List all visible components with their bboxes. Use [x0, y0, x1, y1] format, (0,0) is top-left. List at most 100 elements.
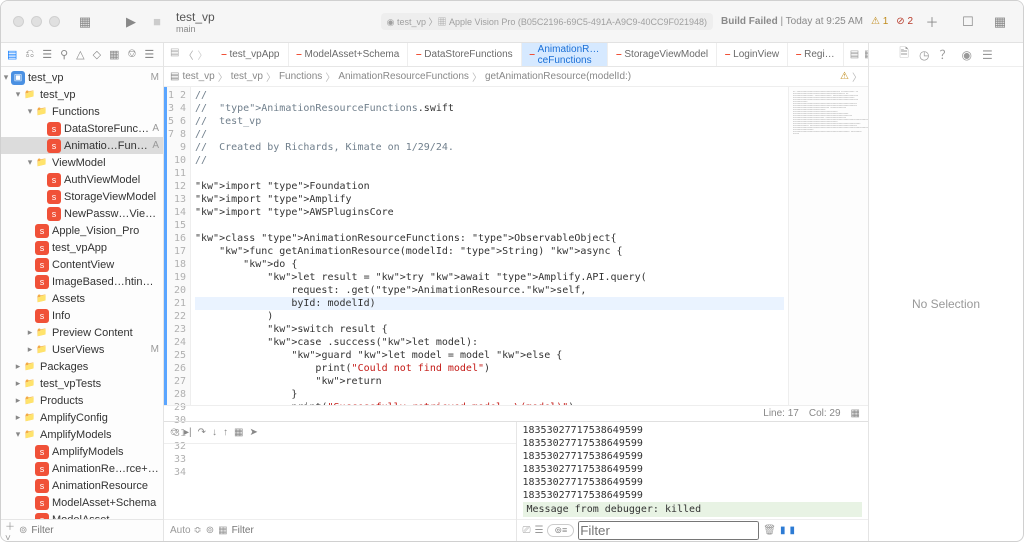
show-console-icon[interactable]: ▮: [789, 525, 795, 536]
tree-item[interactable]: sAuthViewModel: [1, 171, 163, 188]
navigator-filter-input[interactable]: [31, 525, 163, 536]
error-count[interactable]: ⊘ 2: [896, 16, 913, 27]
tree-item[interactable]: sNewPassw…ViewModel: [1, 205, 163, 222]
tree-item[interactable]: sApple_Vision_Pro: [1, 222, 163, 239]
tree-item[interactable]: sAnimationRe…rce+Schema: [1, 460, 163, 477]
jumpbar-segment[interactable]: getAnimationResource(modelId:): [485, 71, 631, 82]
help-inspector-icon[interactable]: ？: [939, 46, 951, 63]
step-into-icon[interactable]: ↓: [212, 427, 217, 438]
scope-filter-icon[interactable]: ⊚: [206, 525, 214, 536]
branch-name[interactable]: main: [176, 24, 196, 34]
jumpbar-segment[interactable]: AnimationResourceFunctions: [338, 71, 469, 82]
tab-back-icon[interactable]: ▤: [170, 47, 179, 62]
editor-tab[interactable]: ⎯StorageViewModel: [608, 43, 717, 66]
tree-item[interactable]: sContentView: [1, 256, 163, 273]
tree-item[interactable]: sAnimatio…FunctionsA: [1, 137, 163, 154]
line-gutter[interactable]: 1 2 3 4 5 6 7 8 9 10 11 12 13 14 15 16 1…: [167, 87, 191, 405]
editor-tab[interactable]: ⎯DataStoreFunctions: [408, 43, 521, 66]
tree-item[interactable]: sModelAsset+Schema: [1, 494, 163, 511]
history-inspector-icon[interactable]: ◷: [919, 48, 929, 62]
library-icon[interactable]: ☐: [955, 9, 981, 35]
nav-back-icon[interactable]: 〈: [183, 47, 193, 62]
console-filter-pill[interactable]: ⊚≡: [547, 524, 574, 537]
console-filter-input[interactable]: [578, 521, 759, 540]
source-control-navigator-icon[interactable]: ⎌: [25, 48, 34, 61]
minimap[interactable]: ▪▪ ▪▪▪▪▪▪▪▪▪▪▪▪▪▪▪▪▪▪▪▪▪▪▪▪▪▪▪▪▪▪▪▪▪▪▪▪ …: [788, 87, 868, 405]
find-navigator-icon[interactable]: ⚲: [60, 48, 68, 61]
nav-forward-icon[interactable]: 〉: [197, 47, 207, 62]
report-navigator-icon[interactable]: ☰: [144, 48, 154, 61]
tree-item[interactable]: ▸📁Products: [1, 392, 163, 409]
auto-scope[interactable]: Auto ≎: [170, 525, 202, 536]
minimize-window[interactable]: [31, 16, 42, 27]
project-tree[interactable]: ▾▣test_vpM▾📁test_vp▾📁FunctionssDataStore…: [1, 67, 163, 519]
editor-tab[interactable]: ⎯LoginView: [717, 43, 788, 66]
editor-tab[interactable]: ⎯Regi…: [788, 43, 844, 66]
simulate-location-icon[interactable]: ➤: [249, 427, 257, 438]
hierarchy-icon[interactable]: ▦: [218, 525, 227, 536]
editor-tab[interactable]: ⎯AnimationR…ceFunctions: [522, 43, 609, 66]
issue-navigator-icon[interactable]: △: [76, 48, 84, 61]
jump-bar[interactable]: ▤test_vp〉test_vp〉Functions〉AnimationReso…: [164, 67, 868, 87]
debug-navigator-icon[interactable]: ▦: [109, 48, 119, 61]
toggle-inspector-icon[interactable]: ▦: [987, 9, 1013, 35]
jumpbar-segment[interactable]: test_vp: [182, 71, 214, 82]
related-items-icon[interactable]: ▤: [170, 71, 179, 82]
tree-item[interactable]: ▾📁Functions: [1, 103, 163, 120]
console-clear-icon[interactable]: ⎚: [523, 525, 531, 536]
editor-options-icon[interactable]: ▦: [851, 408, 860, 419]
project-title[interactable]: test_vp: [176, 10, 215, 24]
tree-item[interactable]: ▸📁UserViewsM: [1, 341, 163, 358]
step-out-icon[interactable]: ↑: [223, 427, 228, 438]
tree-item[interactable]: 📁Assets: [1, 290, 163, 307]
editor-tab[interactable]: ⎯ModelAsset+Schema: [289, 43, 409, 66]
tree-item[interactable]: ▸📁test_vpTests: [1, 375, 163, 392]
toggle-navigator-icon[interactable]: ▦: [72, 9, 98, 35]
close-window[interactable]: [13, 16, 24, 27]
accessibility-inspector-icon[interactable]: ☰: [982, 48, 993, 62]
console-metadata-icon[interactable]: ☰: [535, 525, 544, 536]
tree-item[interactable]: sImageBased…hting.skybox: [1, 273, 163, 290]
tree-item[interactable]: sModelAsset: [1, 511, 163, 519]
console-trash-icon[interactable]: 🗑: [763, 525, 776, 536]
attributes-inspector-icon[interactable]: ◉: [961, 48, 971, 62]
show-vars-icon[interactable]: ▮: [780, 525, 786, 536]
breakpoints-icon[interactable]: ⎊: [170, 427, 178, 438]
warning-count[interactable]: ⚠ 1: [871, 16, 888, 27]
test-navigator-icon[interactable]: ◇: [93, 48, 101, 61]
jumpbar-segment[interactable]: Functions: [279, 71, 322, 82]
tree-item[interactable]: ▸📁AmplifyConfig: [1, 409, 163, 426]
filter-icon[interactable]: ⊚: [19, 525, 27, 536]
project-navigator-icon[interactable]: ▤: [7, 48, 17, 61]
code-editor[interactable]: // // "type">AnimationResourceFunctions.…: [191, 87, 788, 405]
add-tab-icon[interactable]: ＋: [919, 9, 945, 35]
stop-button[interactable]: ■: [144, 9, 170, 35]
tree-item[interactable]: ▸📁Packages: [1, 358, 163, 375]
console-output[interactable]: 1835302771753864959918353027717538649599…: [517, 422, 869, 519]
debug-view-icon[interactable]: ▦: [234, 427, 243, 438]
tree-item[interactable]: sStorageViewModel: [1, 188, 163, 205]
continue-icon[interactable]: ▸|: [184, 427, 192, 438]
adjust-editor-icon[interactable]: ▤: [850, 49, 859, 60]
run-button[interactable]: ▶: [118, 9, 144, 35]
tree-item[interactable]: sInfo: [1, 307, 163, 324]
tree-root[interactable]: ▾▣test_vpM: [1, 69, 163, 86]
file-inspector-icon[interactable]: 🗎: [899, 44, 909, 65]
scheme-selector[interactable]: ◉ test_vp 〉▦ Apple Vision Pro (B05C2196-…: [381, 13, 713, 30]
jumpbar-warning-icon[interactable]: ⚠: [840, 71, 849, 82]
tree-item[interactable]: stest_vpApp: [1, 239, 163, 256]
step-over-icon[interactable]: ↷: [198, 427, 206, 438]
breakpoint-navigator-icon[interactable]: ⎊: [128, 48, 137, 61]
tree-item[interactable]: ▾📁AmplifyModels: [1, 426, 163, 443]
tree-item[interactable]: ▾📁test_vp: [1, 86, 163, 103]
add-menu-icon[interactable]: ＋˅: [5, 518, 15, 542]
tree-item[interactable]: sAmplifyModels: [1, 443, 163, 460]
tree-item[interactable]: ▸📁Preview Content: [1, 324, 163, 341]
variables-filter-input[interactable]: [232, 525, 510, 536]
tree-item[interactable]: ▾📁ViewModel: [1, 154, 163, 171]
jumpbar-segment[interactable]: test_vp: [231, 71, 263, 82]
tree-item[interactable]: sAnimationResource: [1, 477, 163, 494]
editor-tab[interactable]: ⎯test_vpApp: [213, 43, 288, 66]
bookmark-navigator-icon[interactable]: ☰: [42, 48, 52, 61]
next-issue-icon[interactable]: 〉: [852, 69, 862, 84]
